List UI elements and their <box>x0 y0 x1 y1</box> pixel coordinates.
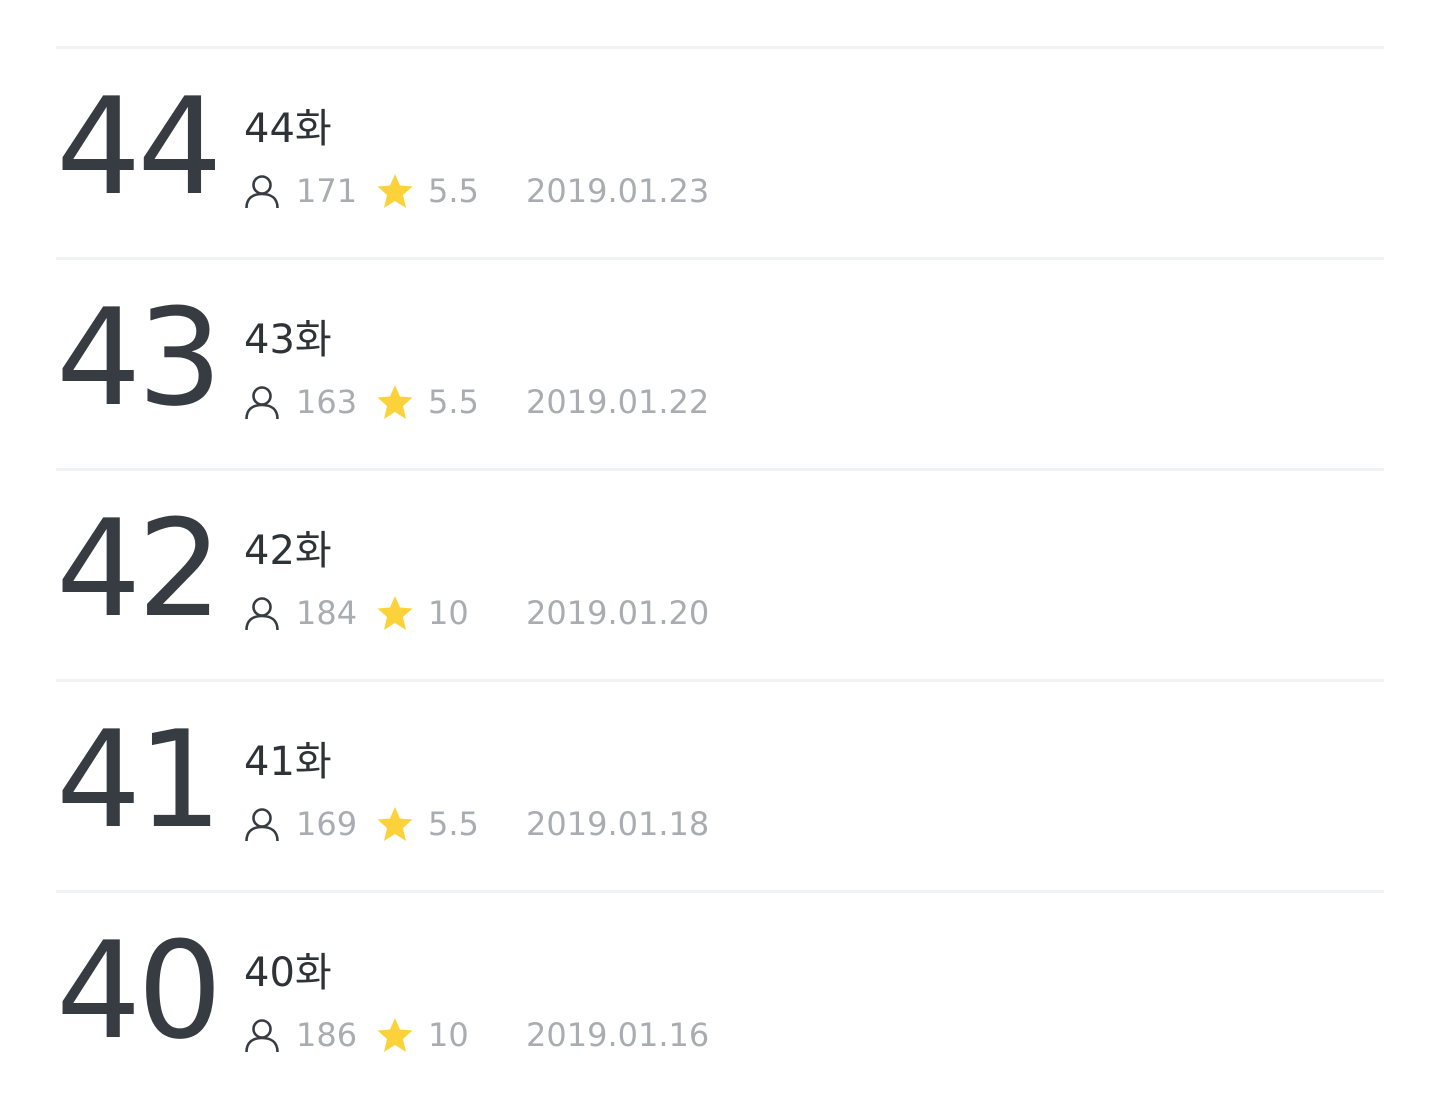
rating-value: 10 <box>428 1016 469 1054</box>
episode-row[interactable]: 42 42화 184 10 2019.01.20 <box>56 471 1384 679</box>
person-icon <box>245 175 279 209</box>
view-count: 171 <box>296 172 358 210</box>
episode-date: 2019.01.18 <box>526 805 710 843</box>
episode-row[interactable]: 41 41화 169 5.5 2019.01.18 <box>56 682 1384 890</box>
person-icon <box>245 597 279 631</box>
episode-number: 44 <box>56 69 223 225</box>
view-count: 184 <box>296 594 358 632</box>
episode-title: 41화 <box>244 739 332 785</box>
episode-title: 43화 <box>244 317 332 363</box>
star-icon <box>377 174 413 208</box>
rating-value: 10 <box>428 594 469 632</box>
episode-row[interactable]: 43 43화 163 5.5 2019.01.22 <box>56 260 1384 468</box>
star-icon <box>377 385 413 419</box>
episode-date: 2019.01.16 <box>526 1016 710 1054</box>
episode-row[interactable]: 40 40화 186 10 2019.01.16 <box>56 893 1384 1101</box>
rating-value: 5.5 <box>428 805 479 843</box>
star-icon <box>377 596 413 630</box>
episode-number: 41 <box>56 702 223 858</box>
episode-number: 42 <box>56 491 223 647</box>
episode-title: 42화 <box>244 528 332 574</box>
episode-title: 44화 <box>244 106 332 152</box>
episode-meta: 171 5.5 2019.01.23 <box>244 169 709 213</box>
view-count: 163 <box>296 383 358 421</box>
episode-date: 2019.01.20 <box>526 594 710 632</box>
person-icon <box>245 808 279 842</box>
view-count: 186 <box>296 1016 358 1054</box>
episode-meta: 186 10 2019.01.16 <box>244 1013 709 1057</box>
episode-meta: 163 5.5 2019.01.22 <box>244 380 709 424</box>
star-icon <box>377 1018 413 1052</box>
rating-value: 5.5 <box>428 383 479 421</box>
rating-value: 5.5 <box>428 172 479 210</box>
person-icon <box>245 386 279 420</box>
episode-meta: 169 5.5 2019.01.18 <box>244 802 709 846</box>
episode-date: 2019.01.22 <box>526 383 710 421</box>
episode-number: 40 <box>56 913 223 1069</box>
episode-number: 43 <box>56 280 223 436</box>
episode-title: 40화 <box>244 950 332 996</box>
episode-meta: 184 10 2019.01.20 <box>244 591 709 635</box>
star-icon <box>377 807 413 841</box>
episode-date: 2019.01.23 <box>526 172 710 210</box>
episode-row[interactable]: 44 44화 171 5.5 2019.01.23 <box>56 49 1384 257</box>
view-count: 169 <box>296 805 358 843</box>
person-icon <box>245 1019 279 1053</box>
episode-list: 44 44화 171 5.5 2019.01.23 43 43화 163 5.5… <box>56 46 1384 1101</box>
